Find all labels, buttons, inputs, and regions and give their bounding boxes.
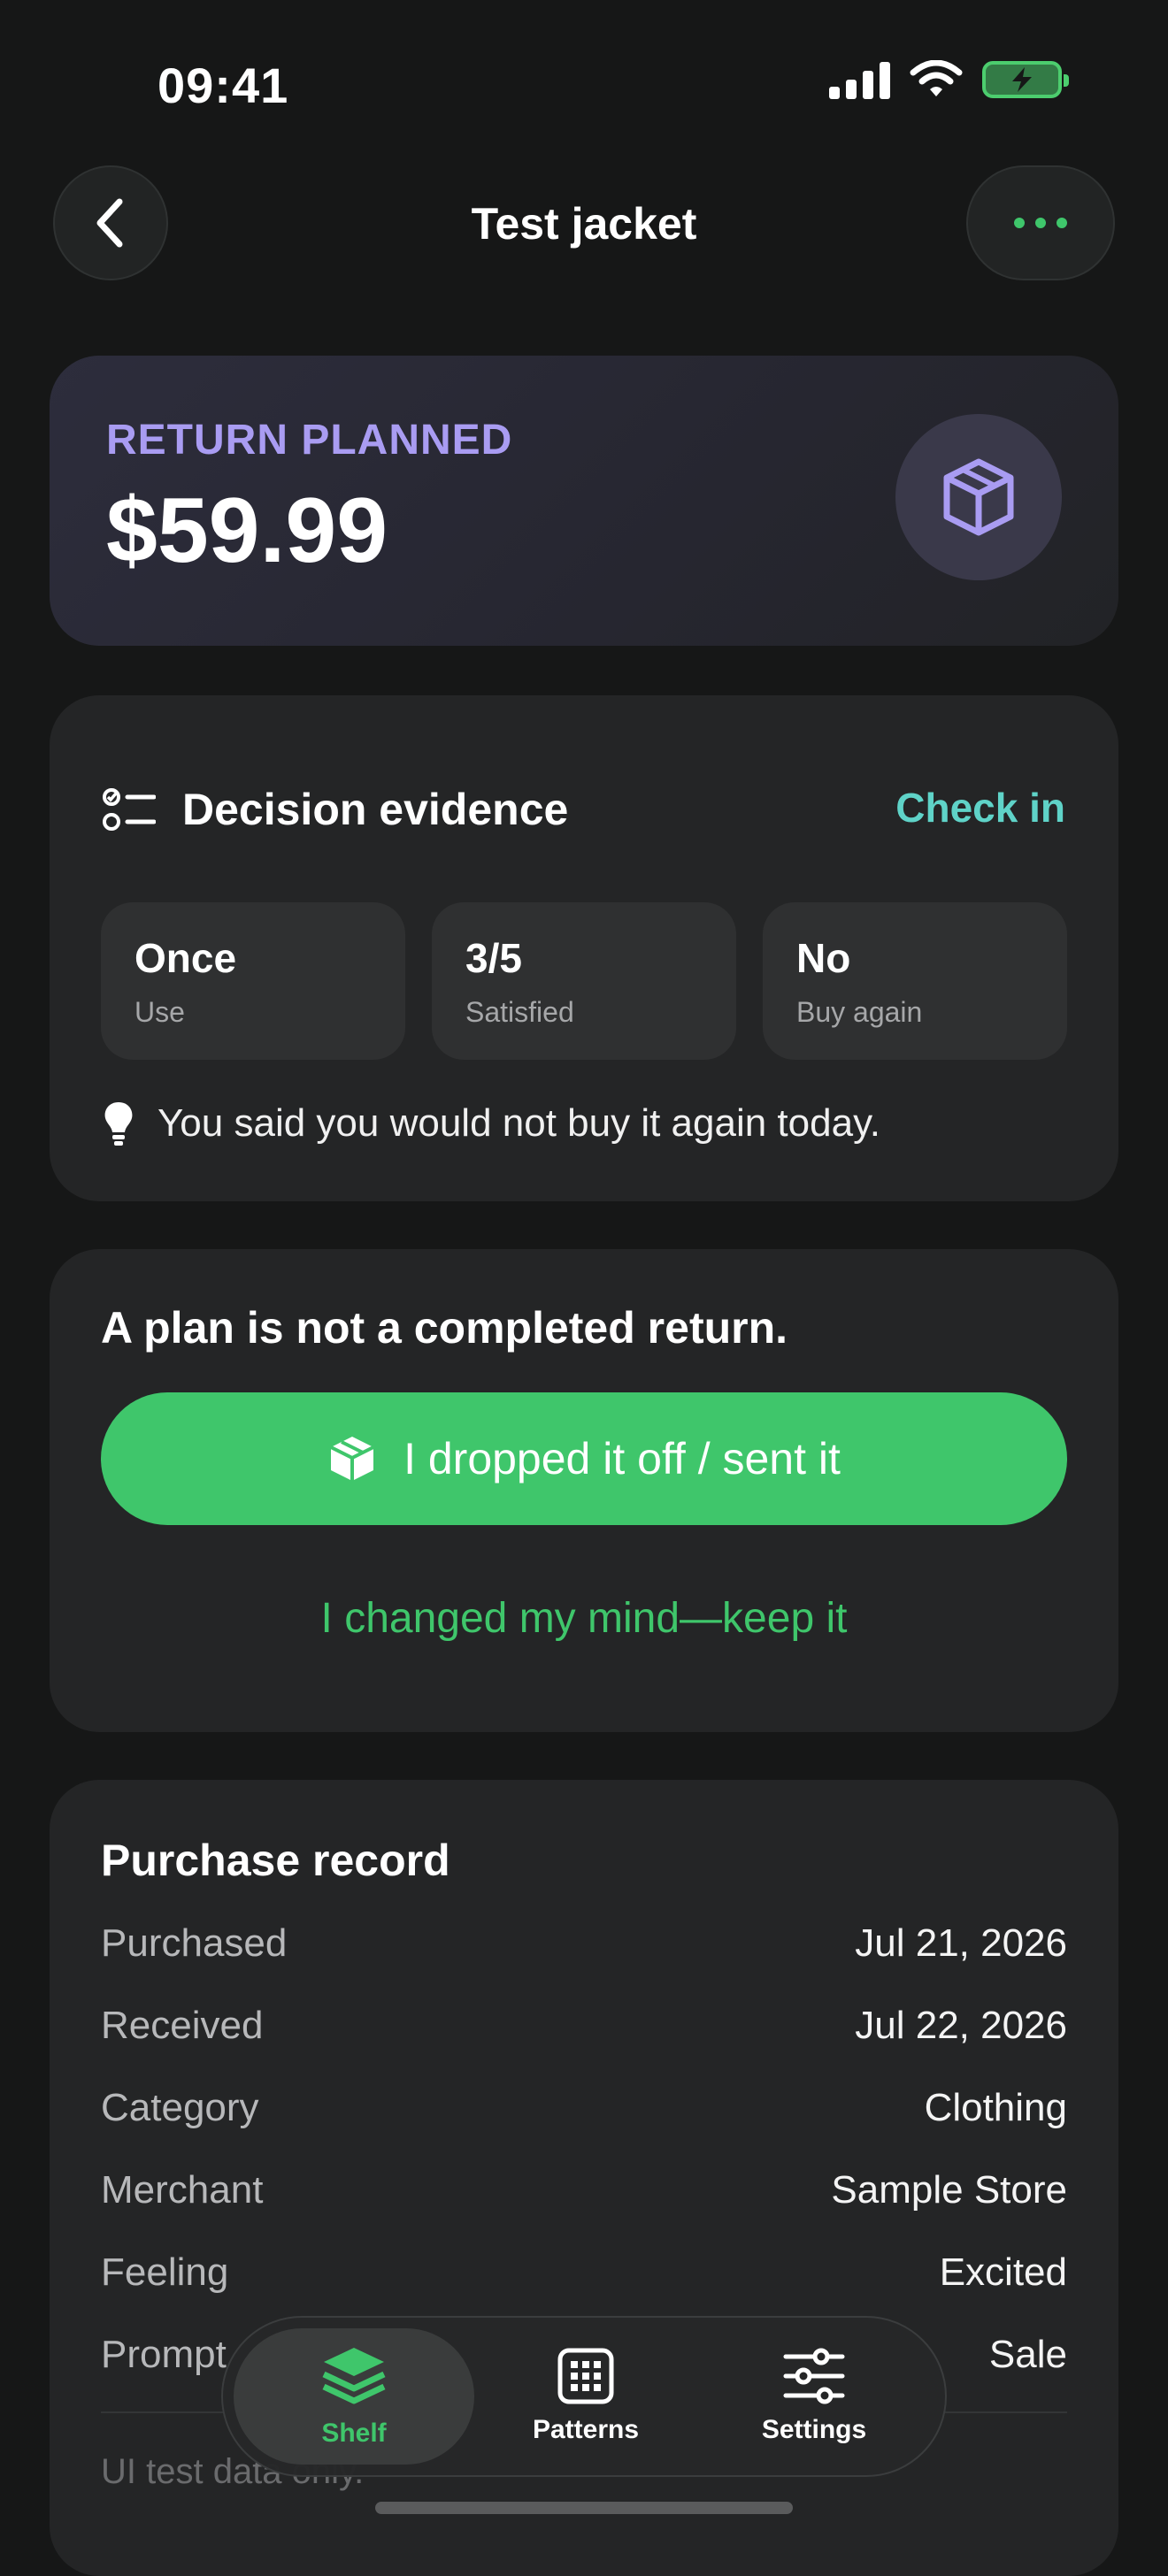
record-key: Merchant [101,2168,264,2212]
return-box-badge [895,414,1062,580]
decision-evidence-header: Decision evidence [103,784,568,835]
box-icon [943,458,1014,536]
record-row-category: Category Clothing [101,2086,1067,2130]
return-status-card: RETURN PLANNED $59.99 [50,356,1118,646]
stat-card-use: Once Use [101,902,405,1060]
record-key: Category [101,2086,259,2129]
status-icons [829,60,1069,99]
record-row-merchant: Merchant Sample Store [101,2168,1067,2212]
decision-evidence-title: Decision evidence [182,785,569,834]
sliders-icon [783,2348,845,2404]
wifi-icon [910,60,963,96]
record-row-received: Received Jul 22, 2026 [101,2004,1067,2048]
dropped-off-label: I dropped it off / sent it [403,1434,841,1484]
record-value: Excited [939,2250,1067,2294]
tab-shelf[interactable]: Shelf [234,2328,474,2465]
record-value: Jul 22, 2026 [855,2004,1067,2047]
return-plan-card: A plan is not a completed return. I drop… [50,1249,1118,1732]
plan-title: A plan is not a completed return. [101,1303,788,1353]
stat-card-buy-again: No Buy again [763,902,1067,1060]
status-time: 09:41 [158,58,289,113]
package-icon [330,1437,374,1481]
decision-evidence-card: Decision evidence Check in Once Use 3/5 … [50,695,1118,1201]
more-dots-icon [1014,218,1067,228]
tab-label: Settings [761,2415,867,2444]
evidence-note-text: You said you would not buy it again toda… [158,1101,881,1145]
keep-it-button[interactable]: I changed my mind—keep it [50,1594,1118,1643]
tab-label: Shelf [321,2419,387,2448]
record-key: Received [101,2004,264,2047]
stat-label: Buy again [796,996,923,1028]
evidence-note: You said you would not buy it again toda… [103,1100,880,1146]
dropped-off-button[interactable]: I dropped it off / sent it [101,1392,1067,1525]
record-row-purchased: Purchased Jul 21, 2026 [101,1921,1067,1966]
purchase-record-title: Purchase record [101,1836,450,1885]
stat-value: 3/5 [465,935,522,981]
record-key: Prompt [101,2333,227,2376]
tab-label: Patterns [532,2415,640,2444]
record-row-feeling: Feeling Excited [101,2250,1067,2295]
record-value: Jul 21, 2026 [855,1921,1067,1965]
checklist-icon [103,788,156,831]
lightbulb-icon [104,1102,133,1146]
stat-label: Use [134,996,185,1028]
grid-icon [557,2348,614,2404]
tab-settings[interactable]: Settings [699,2318,929,2475]
tab-bar: Shelf Patterns Settings [221,2316,947,2477]
home-indicator[interactable] [375,2502,793,2514]
tab-patterns[interactable]: Patterns [471,2318,701,2475]
record-key: Feeling [101,2250,229,2294]
more-button[interactable] [966,165,1115,280]
record-key: Purchased [101,1921,288,1965]
stat-card-satisfied: 3/5 Satisfied [432,902,736,1060]
signal-icon [829,60,890,99]
stat-value: No [796,935,851,981]
record-value: Sample Store [831,2168,1067,2212]
check-in-link[interactable]: Check in [895,784,1065,832]
stat-value: Once [134,935,237,981]
stat-label: Satisfied [465,996,574,1028]
record-value: Sale [988,2333,1067,2376]
record-value: Clothing [924,2086,1067,2129]
layers-icon [322,2348,386,2404]
battery-icon [982,61,1069,98]
